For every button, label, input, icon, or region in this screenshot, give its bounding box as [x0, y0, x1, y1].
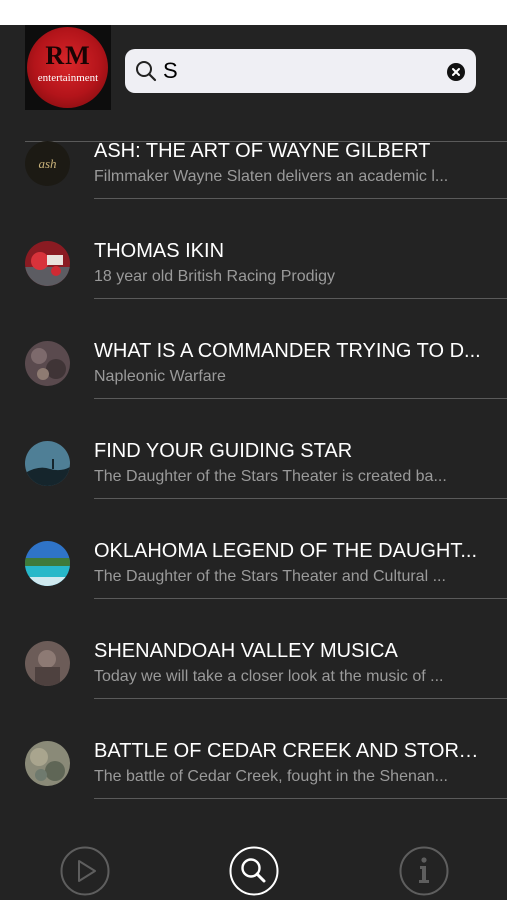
thumbnail-cedar-creek	[25, 741, 70, 786]
clear-search-button[interactable]	[447, 63, 465, 81]
thumbnail-oklahoma	[25, 541, 70, 586]
tab-bar	[0, 838, 507, 900]
thumbnail-racing	[25, 241, 70, 286]
play-icon	[60, 846, 110, 896]
brand-logo: RM entertainment	[25, 25, 111, 110]
row-divider	[94, 698, 507, 699]
item-title: BATTLE OF CEDAR CREEK AND STORY ...	[94, 740, 489, 762]
status-bar	[0, 0, 507, 25]
item-subtitle: Today we will take a closer look at the …	[94, 668, 444, 685]
logo-monogram: RM	[45, 41, 91, 70]
row-divider	[94, 398, 507, 399]
search-bar[interactable]	[125, 49, 476, 93]
item-title: ASH: THE ART OF WAYNE GILBERT	[94, 140, 431, 162]
item-title: WHAT IS A COMMANDER TRYING TO D...	[94, 340, 481, 362]
item-subtitle: Filmmaker Wayne Slaten delivers an acade…	[94, 168, 449, 185]
clear-icon	[452, 68, 460, 76]
row-divider	[94, 198, 507, 199]
list-item[interactable]: FIND YOUR GUIDING STAR The Daughter of t…	[0, 417, 507, 517]
item-title: THOMAS IKIN	[94, 240, 225, 262]
info-icon	[399, 846, 449, 896]
item-title: FIND YOUR GUIDING STAR	[94, 440, 353, 462]
row-divider	[94, 298, 507, 299]
list-item[interactable]: BATTLE OF CEDAR CREEK AND STORY ... The …	[0, 717, 507, 817]
list-item[interactable]: THOMAS IKIN 18 year old British Racing P…	[0, 217, 507, 317]
row-divider	[94, 798, 507, 799]
row-divider	[94, 498, 507, 499]
row-divider	[94, 598, 507, 599]
results-list: ash ASH: THE ART OF WAYNE GILBERT Filmma…	[0, 117, 507, 817]
list-item[interactable]: OKLAHOMA LEGEND OF THE DAUGHT... The Dau…	[0, 517, 507, 617]
item-subtitle: The Daughter of the Stars Theater is cre…	[94, 468, 447, 485]
thumbnail-guiding-star	[25, 441, 70, 486]
search-icon	[229, 846, 279, 896]
thumbnail-napoleonic	[25, 341, 70, 386]
logo-wordmark: entertainment	[37, 72, 99, 84]
item-subtitle: The battle of Cedar Creek, fought in the…	[94, 768, 448, 785]
item-title: OKLAHOMA LEGEND OF THE DAUGHT...	[94, 540, 478, 562]
item-subtitle: 18 year old British Racing Prodigy	[94, 268, 336, 285]
search-input[interactable]	[163, 55, 433, 87]
item-subtitle: Napleonic Warfare	[94, 368, 226, 385]
list-item[interactable]: SHENANDOAH VALLEY MUSICA Today we will t…	[0, 617, 507, 717]
search-icon	[136, 61, 157, 82]
tab-info[interactable]	[399, 846, 449, 896]
tab-search[interactable]	[229, 846, 279, 896]
list-item[interactable]: ash ASH: THE ART OF WAYNE GILBERT Filmma…	[0, 117, 507, 217]
thumbnail-shenandoah	[25, 641, 70, 686]
item-title: SHENANDOAH VALLEY MUSICA	[94, 640, 398, 662]
list-item[interactable]: WHAT IS A COMMANDER TRYING TO D... Naple…	[0, 317, 507, 417]
item-subtitle: The Daughter of the Stars Theater and Cu…	[94, 568, 446, 585]
tab-play[interactable]	[60, 846, 110, 896]
thumbnail-ash: ash	[25, 141, 70, 186]
header: RM entertainment	[0, 25, 507, 142]
thumbnail-ash-text: ash	[38, 156, 56, 171]
